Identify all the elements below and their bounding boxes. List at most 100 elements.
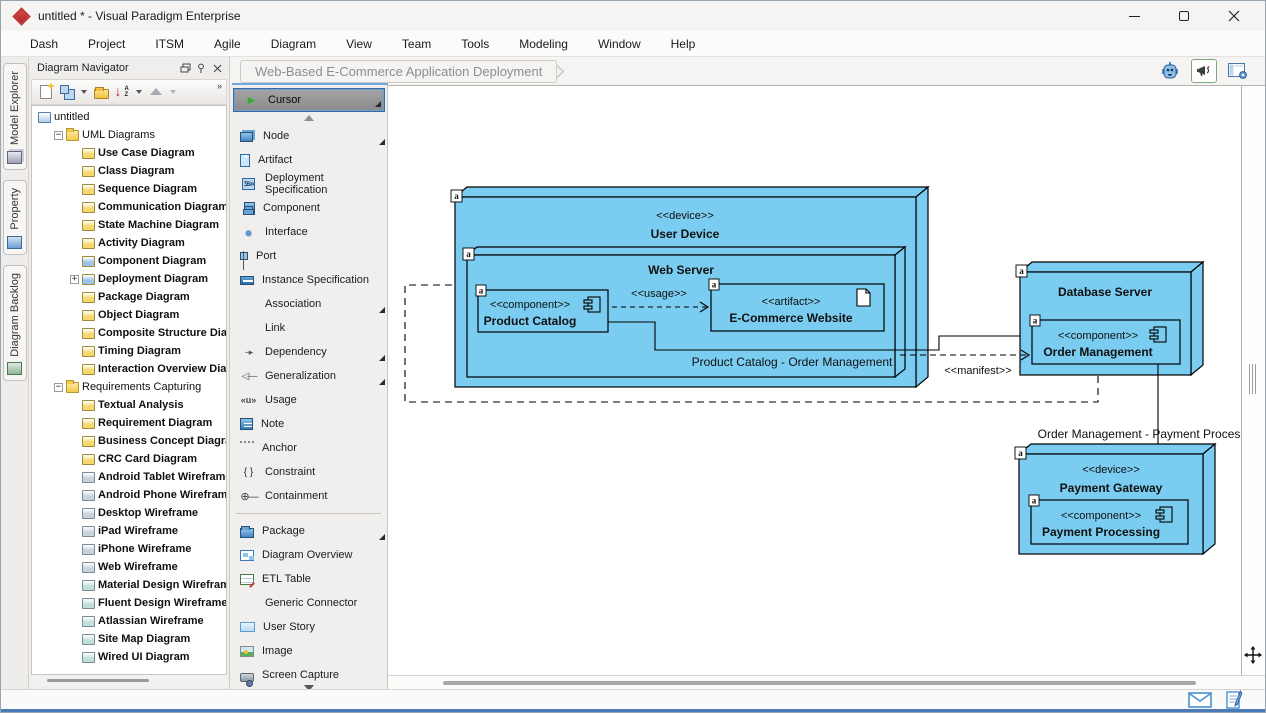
- palette-item-user-story[interactable]: User Story: [230, 615, 387, 639]
- menu-agile[interactable]: Agile: [199, 33, 256, 55]
- toolbar-overflow-icon[interactable]: »: [214, 80, 224, 92]
- right-panel-splitter[interactable]: [1241, 86, 1265, 675]
- collapse-icon[interactable]: −: [54, 383, 63, 392]
- layout-panels-icon[interactable]: [1225, 59, 1251, 83]
- tree-item-desktop-wireframe[interactable]: Desktop Wireframe: [34, 504, 226, 522]
- tree-item-sequence-diagram[interactable]: Sequence Diagram: [34, 180, 226, 198]
- group-by-button[interactable]: [57, 82, 77, 102]
- tree-item-deployment-diagram[interactable]: +Deployment Diagram: [34, 270, 226, 288]
- menu-help[interactable]: Help: [656, 33, 711, 55]
- palette-scroll-up-button[interactable]: [230, 111, 387, 124]
- palette-item-screen-capture[interactable]: Screen Capture: [230, 663, 387, 687]
- diagram-tab[interactable]: Web-Based E-Commerce Application Deploym…: [240, 60, 557, 83]
- collapse-dropdown-icon[interactable]: [170, 90, 176, 94]
- palette-item-generic-connector[interactable]: Generic Connector: [230, 591, 387, 615]
- scrollbar-thumb[interactable]: [443, 681, 1196, 685]
- menu-view[interactable]: View: [331, 33, 387, 55]
- palette-item-component[interactable]: Component: [230, 196, 387, 220]
- palette-item-etl-table[interactable]: ETL Table: [230, 567, 387, 591]
- message-icon[interactable]: [1188, 692, 1212, 708]
- tree-item-object-diagram[interactable]: Object Diagram: [34, 306, 226, 324]
- diagram-canvas[interactable]: <<device>> User Device a: [388, 86, 1241, 675]
- tree-item-requirements-capturing[interactable]: −Requirements Capturing: [34, 378, 226, 396]
- palette-item-node[interactable]: Node: [230, 124, 387, 148]
- tree-item-class-diagram[interactable]: Class Diagram: [34, 162, 226, 180]
- tree-item-crc-card-diagram[interactable]: CRC Card Diagram: [34, 450, 226, 468]
- pan-tool-icon[interactable]: [1244, 646, 1262, 669]
- close-button[interactable]: [1223, 5, 1245, 27]
- group-by-dropdown-icon[interactable]: [81, 90, 87, 94]
- new-diagram-button[interactable]: [36, 82, 56, 102]
- tree-item-package-diagram[interactable]: Package Diagram: [34, 288, 226, 306]
- palette-item-generalization[interactable]: Generalization: [230, 364, 387, 388]
- sort-dropdown-icon[interactable]: [136, 90, 142, 94]
- tree-item-material-design-wireframe[interactable]: Material Design Wireframe: [34, 576, 226, 594]
- palette-item-constraint[interactable]: Constraint: [230, 460, 387, 484]
- palette-item-package[interactable]: Package: [230, 519, 387, 543]
- palette-item-cursor[interactable]: Cursor: [234, 89, 384, 111]
- announcement-icon[interactable]: [1191, 59, 1217, 83]
- menu-project[interactable]: Project: [73, 33, 140, 55]
- tree-item-atlassian-wireframe[interactable]: Atlassian Wireframe: [34, 612, 226, 630]
- splitter-grip-icon[interactable]: [1247, 364, 1257, 394]
- component-product-catalog[interactable]: <<component>> Product Catalog: [478, 290, 608, 332]
- minimize-button[interactable]: [1123, 5, 1145, 27]
- palette-item-link[interactable]: Link: [230, 316, 387, 340]
- palette-item-instance-specification[interactable]: Instance Specification: [230, 268, 387, 292]
- palette-item-artifact[interactable]: Artifact: [230, 148, 387, 172]
- tree-item-composite-structure-diagram[interactable]: Composite Structure Diagram: [34, 324, 226, 342]
- open-project-button[interactable]: [91, 82, 111, 102]
- tree-horizontal-scrollbar[interactable]: [31, 675, 227, 687]
- tree-item-requirement-diagram[interactable]: Requirement Diagram: [34, 414, 226, 432]
- collapse-icon[interactable]: −: [54, 131, 63, 140]
- tree-item-use-case-diagram[interactable]: Use Case Diagram: [34, 144, 226, 162]
- tree-item-textual-analysis[interactable]: Textual Analysis: [34, 396, 226, 414]
- menu-team[interactable]: Team: [387, 33, 446, 55]
- tree-item-wired-ui-diagram[interactable]: Wired UI Diagram: [34, 648, 226, 666]
- float-panel-icon[interactable]: [177, 60, 193, 76]
- sort-button[interactable]: [112, 82, 132, 102]
- palette-item-interface[interactable]: Interface: [230, 220, 387, 244]
- canvas-horizontal-scrollbar[interactable]: [388, 675, 1265, 689]
- palette-item-port[interactable]: Port: [230, 244, 387, 268]
- tree-item-web-wireframe[interactable]: Web Wireframe: [34, 558, 226, 576]
- maximize-button[interactable]: [1173, 5, 1195, 27]
- notes-icon[interactable]: [1226, 690, 1243, 709]
- side-tab-property[interactable]: Property: [3, 180, 27, 255]
- palette-item-anchor[interactable]: Anchor: [230, 436, 387, 460]
- tree-item-untitled[interactable]: untitled: [34, 108, 226, 126]
- tree-item-communication-diagram[interactable]: Communication Diagram: [34, 198, 226, 216]
- artifact-ecommerce-website[interactable]: <<artifact>> E-Commerce Website: [711, 284, 884, 331]
- menu-itsm[interactable]: ITSM: [140, 33, 199, 55]
- palette-item-note[interactable]: Note: [230, 412, 387, 436]
- menu-modeling[interactable]: Modeling: [504, 33, 583, 55]
- collapse-button[interactable]: [146, 82, 166, 102]
- palette-item-deployment-specification[interactable]: Deployment Specification: [230, 172, 387, 196]
- tree-item-site-map-diagram[interactable]: Site Map Diagram: [34, 630, 226, 648]
- palette-item-dependency[interactable]: Dependency: [230, 340, 387, 364]
- tree-item-interaction-overview-diagram[interactable]: Interaction Overview Diagram: [34, 360, 226, 378]
- tree-item-uml-diagrams[interactable]: −UML Diagrams: [34, 126, 226, 144]
- component-payment-processing[interactable]: <<component>> Payment Processing: [1031, 500, 1188, 544]
- close-panel-icon[interactable]: [209, 60, 225, 76]
- tree-item-iphone-wireframe[interactable]: iPhone Wireframe: [34, 540, 226, 558]
- tree-item-state-machine-diagram[interactable]: State Machine Diagram: [34, 216, 226, 234]
- scrollbar-thumb[interactable]: [47, 679, 149, 682]
- tree-item-ipad-wireframe[interactable]: iPad Wireframe: [34, 522, 226, 540]
- tree-item-business-concept-diagram[interactable]: Business Concept Diagram: [34, 432, 226, 450]
- menu-tools[interactable]: Tools: [446, 33, 504, 55]
- menu-window[interactable]: Window: [583, 33, 656, 55]
- tree-item-component-diagram[interactable]: Component Diagram: [34, 252, 226, 270]
- component-order-management[interactable]: <<component>> Order Management: [1032, 320, 1180, 364]
- tree-item-timing-diagram[interactable]: Timing Diagram: [34, 342, 226, 360]
- palette-item-diagram-overview[interactable]: Diagram Overview: [230, 543, 387, 567]
- palette-item-image[interactable]: Image: [230, 639, 387, 663]
- menu-diagram[interactable]: Diagram: [256, 33, 331, 55]
- pin-panel-icon[interactable]: [193, 60, 209, 76]
- palette-item-containment[interactable]: Containment: [230, 484, 387, 508]
- tree-item-activity-diagram[interactable]: Activity Diagram: [34, 234, 226, 252]
- palette-item-usage[interactable]: Usage: [230, 388, 387, 412]
- side-tab-diagram-backlog[interactable]: Diagram Backlog: [3, 265, 27, 382]
- expand-icon[interactable]: +: [70, 275, 79, 284]
- tree-item-fluent-design-wireframe[interactable]: Fluent Design Wireframe: [34, 594, 226, 612]
